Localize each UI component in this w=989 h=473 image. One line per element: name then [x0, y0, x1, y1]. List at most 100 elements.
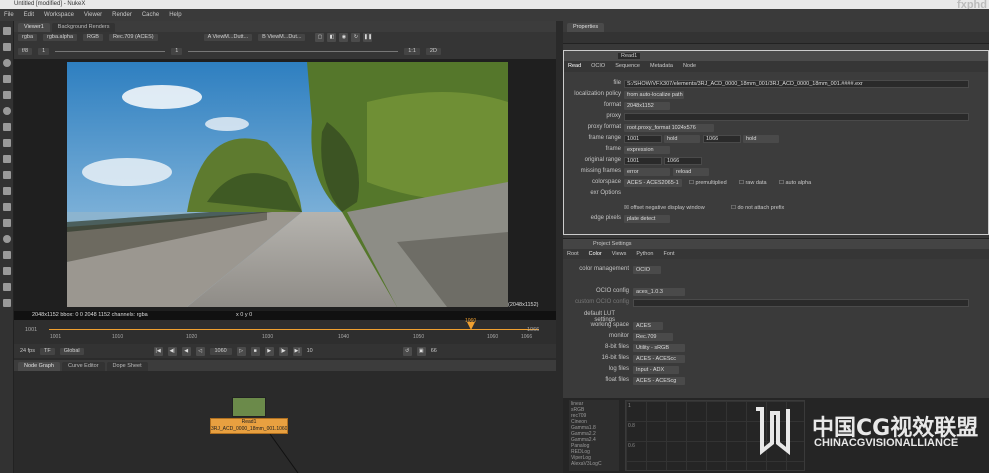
proxy-format-dropdown[interactable]: root.proxy_format 1024x576 [624, 124, 714, 132]
fps-dropdown[interactable]: 24 fps [20, 348, 35, 354]
play-forward-icon[interactable]: ▶ [264, 346, 274, 356]
lut-list[interactable]: linear sRGB rec709 Cineon Gamma1.8 Gamma… [569, 400, 619, 471]
tab-node-graph[interactable]: Node Graph [18, 362, 60, 371]
menu-edit[interactable]: Edit [24, 9, 34, 21]
tab-sequence[interactable]: Sequence [615, 61, 640, 72]
tab-node[interactable]: Node [683, 61, 696, 72]
missing-frames-dropdown[interactable]: error [624, 168, 670, 176]
gamma-field[interactable]: 1 [171, 47, 183, 55]
file-field[interactable]: S:/SHOW/VFX307/elements/3RJ_ACD_0000_18m… [624, 80, 969, 88]
gain-slider[interactable] [55, 50, 166, 52]
tab-dope-sheet[interactable]: Dope Sheet [106, 362, 148, 371]
custom-ocio-config-field[interactable] [633, 299, 969, 307]
end-frame-field[interactable]: 66 [431, 348, 437, 354]
step-forward-icon[interactable]: ▷ [236, 346, 246, 356]
image-tool-icon[interactable] [3, 27, 11, 35]
input-a-dropdown[interactable]: A ViewM...Dutt... [203, 34, 253, 41]
frame-range-before[interactable]: hold [664, 135, 700, 143]
format-dropdown[interactable]: 2048x1152 [624, 102, 670, 110]
timeline-track[interactable] [49, 329, 539, 330]
menu-cache[interactable]: Cache [142, 9, 159, 21]
stop-icon[interactable]: ■ [250, 346, 260, 356]
tab-root[interactable]: Root [567, 249, 579, 259]
auto-alpha-checkbox[interactable]: ☐ auto alpha [779, 179, 811, 187]
tab-color[interactable]: Color [589, 249, 602, 259]
monitor-dropdown[interactable]: Rec.709 [633, 333, 673, 341]
menu-render[interactable]: Render [112, 9, 132, 21]
input-b-dropdown[interactable]: B ViewM...Dut... [258, 34, 306, 41]
tab-properties[interactable]: Properties [567, 23, 605, 32]
offset-negative-checkbox[interactable]: ☒ offset negative display window [624, 204, 705, 212]
tab-viewer1[interactable]: Viewer1 [18, 23, 50, 32]
loop-icon[interactable]: ↺ [402, 346, 412, 356]
original-range-end[interactable]: 1066 [664, 157, 702, 165]
localization-policy-dropdown[interactable]: from auto-localize path [624, 91, 684, 99]
global-dropdown[interactable]: Global [59, 347, 84, 355]
other-tool-icon[interactable] [3, 267, 11, 275]
reload-button[interactable]: reload [673, 168, 709, 176]
fstop-field[interactable]: f/8 [18, 47, 33, 55]
raw-data-checkbox[interactable]: ☐ raw data [739, 179, 767, 187]
filter-tool-icon[interactable] [3, 107, 11, 115]
tf-dropdown[interactable]: TF [39, 347, 55, 355]
first-frame-icon[interactable]: |◀ [153, 346, 163, 356]
tab-curve-editor[interactable]: Curve Editor [61, 362, 105, 371]
metadata-tool-icon[interactable] [3, 235, 11, 243]
lock-icon[interactable]: ◧ [327, 33, 337, 42]
last-frame-icon[interactable]: ▶| [292, 346, 302, 356]
panel-splitter[interactable] [556, 21, 563, 473]
ocio-config-dropdown[interactable]: aces_1.0.3 [633, 288, 685, 296]
3d-tool-icon[interactable] [3, 171, 11, 179]
time-tool-icon[interactable] [3, 59, 11, 67]
frame-range-end[interactable]: 1066 [703, 135, 741, 143]
read-node[interactable]: Read1 3RJ_ACD_0000_18mm_001.1060.exr [210, 418, 288, 434]
working-space-dropdown[interactable]: ACES [633, 322, 663, 330]
tab-views[interactable]: Views [612, 249, 627, 259]
frame-range-after[interactable]: hold [743, 135, 779, 143]
colorspace-dropdown[interactable]: ACES - ACES2065-1 [624, 179, 682, 187]
zoom-dropdown[interactable]: 1:1 [404, 47, 420, 55]
original-range-start[interactable]: 1001 [624, 157, 662, 165]
read1-name-field[interactable]: Read1 [618, 53, 641, 59]
premultiplied-checkbox[interactable]: ☐ premultiplied [689, 179, 727, 187]
menu-workspace[interactable]: Workspace [44, 9, 74, 21]
8bit-files-dropdown[interactable]: Utility - sRGB [633, 344, 685, 352]
toolsets-tool-icon[interactable] [3, 251, 11, 259]
gamma-slider[interactable] [188, 50, 399, 52]
furnace-tool-icon[interactable] [3, 283, 11, 291]
colorspace-dropdown[interactable]: Rec.709 (ACES) [108, 34, 158, 41]
tab-font[interactable]: Font [663, 249, 674, 259]
tab-ocio[interactable]: OCIO [591, 61, 605, 72]
refresh-icon[interactable]: ↻ [351, 33, 361, 42]
draw-tool-icon[interactable] [3, 43, 11, 51]
increment-field[interactable]: 10 [307, 348, 313, 354]
menu-file[interactable]: File [4, 9, 14, 21]
step-back-icon[interactable]: ◁ [195, 346, 205, 356]
log-files-dropdown[interactable]: Input - ADX [633, 366, 679, 374]
next-keyframe-icon[interactable]: |▶ [278, 346, 288, 356]
transform-tool-icon[interactable] [3, 155, 11, 163]
view-mode-dropdown[interactable]: 2D [425, 47, 441, 55]
tab-metadata[interactable]: Metadata [650, 61, 673, 72]
frame-range-start[interactable]: 1001 [624, 135, 662, 143]
views-tool-icon[interactable] [3, 219, 11, 227]
float-files-dropdown[interactable]: ACES - ACEScg [633, 377, 685, 385]
deep-tool-icon[interactable] [3, 203, 11, 211]
color-tool-icon[interactable] [3, 91, 11, 99]
pause-icon[interactable]: ❚❚ [363, 33, 373, 42]
flipbook-icon[interactable]: ▣ [416, 346, 426, 356]
channels-dropdown[interactable]: rgba [18, 34, 38, 41]
edge-pixels-dropdown[interactable]: plate detect [624, 215, 670, 223]
keyer-tool-icon[interactable] [3, 123, 11, 131]
prev-keyframe-icon[interactable]: ◀| [167, 346, 177, 356]
current-frame-field[interactable]: 1060 [209, 347, 232, 355]
color-management-dropdown[interactable]: OCIO [633, 266, 661, 274]
tab-background-renders[interactable]: Background Renders [51, 23, 116, 32]
tab-python[interactable]: Python [636, 249, 653, 259]
channel-tool-icon[interactable] [3, 75, 11, 83]
gain-field[interactable]: 1 [38, 47, 50, 55]
roi-icon[interactable]: ▢ [315, 33, 325, 42]
particles-tool-icon[interactable] [3, 187, 11, 195]
tab-read[interactable]: Read [568, 61, 581, 72]
merge-tool-icon[interactable] [3, 139, 11, 147]
